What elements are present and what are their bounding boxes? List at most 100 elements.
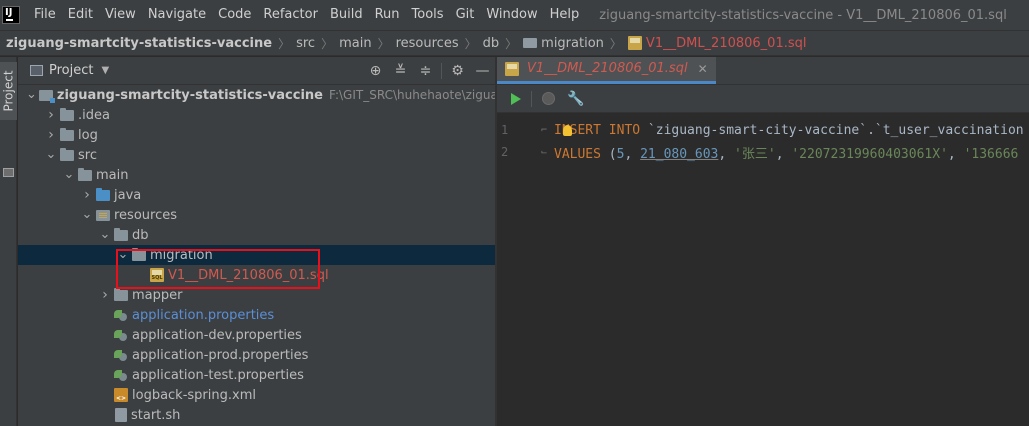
- chevron-down-icon[interactable]: ⌄: [62, 168, 76, 181]
- tree-item-label: application.properties: [132, 307, 275, 323]
- editor-tab-sql-file[interactable]: V1__DML_210806_01.sql ✕: [497, 57, 716, 84]
- menu-code[interactable]: Code: [212, 0, 257, 30]
- menu-help[interactable]: Help: [544, 0, 586, 30]
- menu-refactor[interactable]: Refactor: [257, 0, 324, 30]
- folder-icon: [114, 227, 128, 241]
- menu-navigate[interactable]: Navigate: [142, 0, 212, 30]
- tree-item[interactable]: ›V1__DML_210806_01.sql: [18, 265, 495, 285]
- chevron-right-icon: 〉: [464, 36, 477, 51]
- collapse-all-icon[interactable]: ≑: [413, 63, 438, 79]
- tree-item-label: resources: [114, 207, 178, 223]
- fold-end-icon[interactable]: ⌙: [541, 147, 554, 158]
- chevron-down-icon[interactable]: ⌄: [98, 228, 112, 241]
- menu-items: File Edit View Navigate Code Refactor Build Run…: [28, 0, 585, 30]
- spring-properties-icon: [114, 369, 128, 381]
- code-token: 21_080_603: [640, 146, 719, 162]
- chevron-down-icon[interactable]: ⌄: [80, 208, 94, 221]
- chevron-down-icon[interactable]: ⌄: [44, 148, 58, 161]
- breadcrumb-item[interactable]: resources: [396, 36, 459, 51]
- tree-item-label: application-prod.properties: [132, 347, 309, 363]
- breadcrumb-item[interactable]: ziguang-smartcity-statistics-vaccine: [6, 36, 272, 51]
- tree-item[interactable]: › .idea: [18, 105, 495, 125]
- chevron-right-icon[interactable]: ›: [98, 287, 112, 303]
- menu-git[interactable]: Git: [450, 0, 481, 30]
- tree-item[interactable]: ›application-test.properties: [18, 365, 495, 385]
- project-tool-tab-label: Project: [1, 70, 16, 112]
- menu-view[interactable]: View: [99, 0, 142, 30]
- tree-item[interactable]: ⌄ migration: [18, 245, 495, 265]
- sql-file-icon: [627, 36, 642, 50]
- chevron-down-icon[interactable]: ⌄: [116, 248, 130, 261]
- structure-icon[interactable]: [3, 168, 14, 177]
- tree-item-label: logback-spring.xml: [132, 387, 256, 403]
- menu-run[interactable]: Run: [369, 0, 406, 30]
- folder-icon: [60, 127, 74, 141]
- tree-item[interactable]: › java: [18, 185, 495, 205]
- gear-icon[interactable]: ⚙: [445, 63, 470, 79]
- tree-item[interactable]: ⌄ src: [18, 145, 495, 165]
- hide-icon[interactable]: —: [470, 63, 495, 79]
- expand-all-icon[interactable]: ≚: [388, 63, 413, 79]
- spring-properties-icon: [114, 349, 128, 361]
- project-panel-title[interactable]: Project: [49, 63, 93, 78]
- menu-window[interactable]: Window: [480, 0, 543, 30]
- tree-item[interactable]: › log: [18, 125, 495, 145]
- code-token: ,: [718, 146, 735, 162]
- editor-tab-bar: V1__DML_210806_01.sql ✕: [497, 57, 1029, 85]
- tree-item-label: migration: [150, 247, 213, 263]
- module-path: F:\GIT_SRC\huhehaote\ziguang-smar: [328, 88, 495, 102]
- code-editor[interactable]: 1 ⌐ INSERT INTO `ziguang-smart-city-vaccin…: [497, 113, 1029, 163]
- project-tree: ⌄ ziguang-smartcity-statistics-vaccine F:\…: [18, 85, 495, 425]
- line-number: 2: [501, 145, 509, 159]
- code-line[interactable]: 1 ⌐ INSERT INTO `ziguang-smart-city-vaccin…: [497, 119, 1029, 141]
- menu-file[interactable]: File: [28, 0, 62, 30]
- code-token: VALUES: [554, 146, 609, 162]
- chevron-right-icon[interactable]: ›: [80, 187, 94, 203]
- breadcrumb-item[interactable]: main: [339, 36, 371, 51]
- tree-item[interactable]: ›application-prod.properties: [18, 345, 495, 365]
- window-title: ziguang-smartcity-statistics-vaccine - V…: [599, 7, 1007, 23]
- chevron-down-icon[interactable]: ⌄: [26, 88, 37, 101]
- spring-properties-icon: [114, 309, 128, 321]
- intention-bulb-icon[interactable]: [563, 124, 572, 136]
- wrench-icon[interactable]: 🔧: [567, 91, 584, 107]
- menu-build[interactable]: Build: [324, 0, 369, 30]
- chevron-right-icon[interactable]: ›: [44, 107, 58, 123]
- tree-item[interactable]: ›application.properties: [18, 305, 495, 325]
- menu-bar: IJ File Edit View Navigate Code Refactor Build…: [0, 0, 1029, 30]
- tree-item[interactable]: ⌄ resources: [18, 205, 495, 225]
- code-token: '张三': [734, 146, 776, 162]
- project-tool-tab[interactable]: Project: [0, 62, 17, 120]
- fold-start-icon[interactable]: ⌐: [541, 125, 554, 136]
- code-token: ,: [775, 146, 792, 162]
- locate-file-icon[interactable]: ⊕: [363, 63, 388, 79]
- chevron-down-icon[interactable]: ▼: [101, 65, 109, 76]
- code-content: INSERT INTO `ziguang-smart-city-vaccine`…: [554, 123, 1024, 138]
- tree-item-label: log: [78, 127, 98, 143]
- tree-item[interactable]: ⌄ ziguang-smartcity-statistics-vaccine F:\…: [18, 85, 495, 105]
- chevron-right-icon[interactable]: ›: [44, 127, 58, 143]
- chevron-right-icon: 〉: [278, 36, 291, 51]
- tree-item[interactable]: ›application-dev.properties: [18, 325, 495, 345]
- tree-item[interactable]: ⌄ db: [18, 225, 495, 245]
- tree-item-label: java: [114, 187, 142, 203]
- tree-item[interactable]: ›logback-spring.xml: [18, 385, 495, 405]
- stop-icon[interactable]: [542, 92, 555, 105]
- breadcrumb-item[interactable]: src: [296, 36, 315, 51]
- close-icon[interactable]: ✕: [698, 62, 708, 76]
- tree-item-label: mapper: [132, 287, 183, 303]
- code-token: '136666: [963, 146, 1019, 162]
- code-line[interactable]: 2 ⌙ VALUES (5, 21_080_603, '张三', '22072319…: [497, 141, 1029, 163]
- breadcrumb-item[interactable]: V1__DML_210806_01.sql: [646, 36, 807, 51]
- tree-item[interactable]: › mapper: [18, 285, 495, 305]
- run-icon[interactable]: [511, 92, 521, 105]
- breadcrumb-item[interactable]: db: [483, 36, 500, 51]
- project-panel: Project ▼ ⊕ ≚ ≑ ⚙ — ⌄ ziguang-smartcity-s…: [18, 57, 495, 426]
- folder-icon: [114, 287, 128, 301]
- tree-item[interactable]: ›start.sh: [18, 405, 495, 425]
- menu-tools[interactable]: Tools: [406, 0, 450, 30]
- menu-edit[interactable]: Edit: [62, 0, 99, 30]
- breadcrumb-item[interactable]: migration: [541, 36, 604, 51]
- tree-item[interactable]: ⌄ main: [18, 165, 495, 185]
- sql-file-icon: [150, 268, 164, 282]
